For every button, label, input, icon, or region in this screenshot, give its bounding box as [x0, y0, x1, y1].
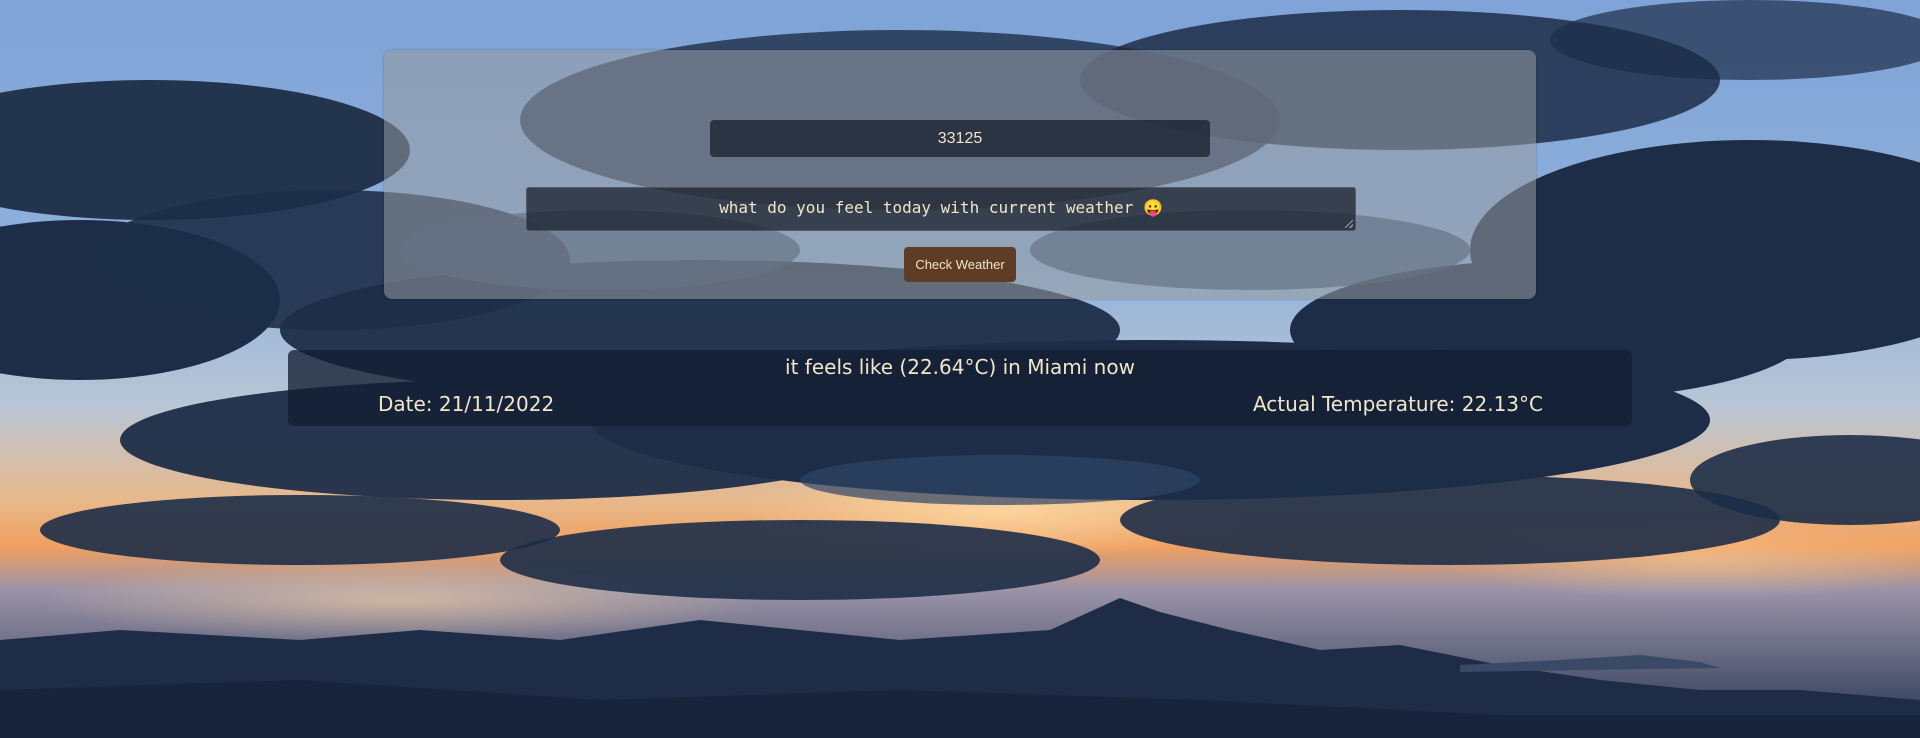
feeling-textarea[interactable]: what do you feel today with current weat…	[526, 187, 1356, 231]
weather-result-card: it feels like (22.64°C) in Miami now Dat…	[288, 350, 1632, 426]
date-text: Date: 21/11/2022	[378, 392, 555, 416]
feeling-text: what do you feel today with current weat…	[719, 198, 1163, 217]
zip-code-input[interactable]	[710, 120, 1210, 157]
weather-form-card: what do you feel today with current weat…	[384, 50, 1536, 299]
check-weather-button[interactable]: Check Weather	[904, 247, 1016, 282]
resize-handle-icon[interactable]	[1345, 220, 1353, 228]
actual-temperature-text: Actual Temperature: 22.13°C	[1252, 392, 1543, 416]
feels-like-text: it feels like (22.64°C) in Miami now	[785, 355, 1135, 379]
